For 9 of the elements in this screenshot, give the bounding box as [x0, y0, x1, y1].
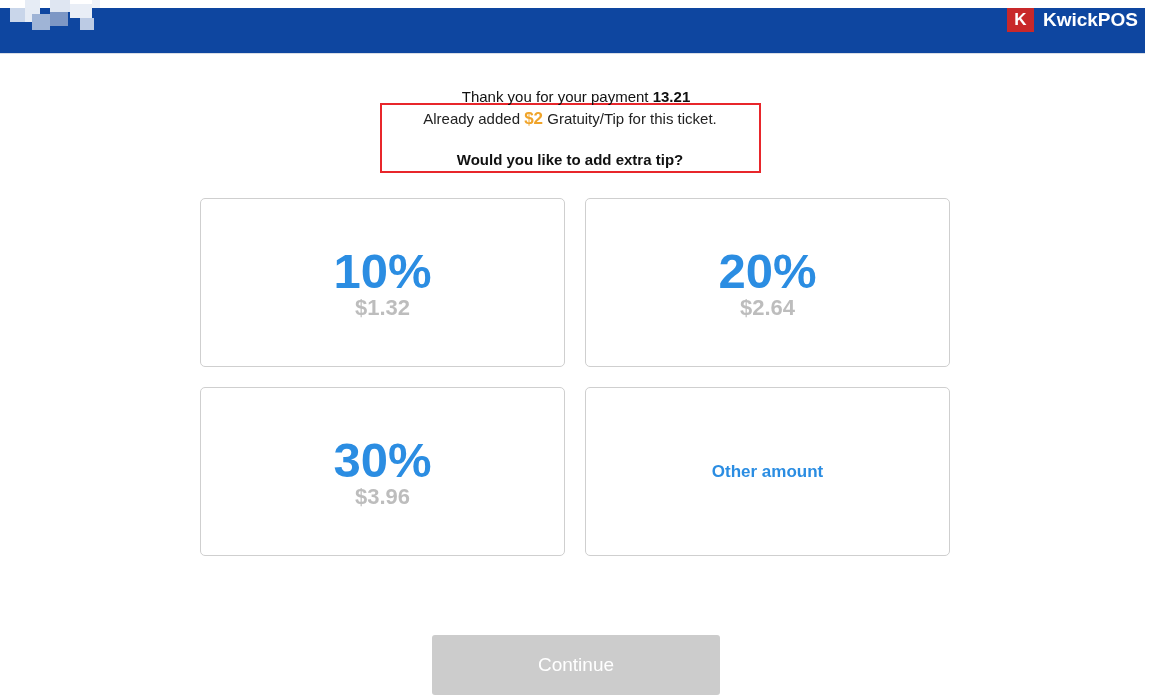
payment-message: Thank you for your payment 13.21	[461, 87, 691, 106]
tip-option-button[interactable]: 30% $3.96	[200, 387, 565, 556]
tip-option-button[interactable]: 10% $1.32	[200, 198, 565, 367]
gratuity-message: Already added $2 Gratuity/Tip for this ticket.	[423, 109, 717, 128]
tip-question: Would you like to add extra tip?	[456, 150, 684, 169]
brand-name: KwickPOS	[1042, 9, 1138, 31]
logo-mark: K	[1006, 8, 1034, 32]
other-amount-button[interactable]: Other amount	[585, 387, 950, 556]
tip-option-button[interactable]: 20% $2.64	[585, 198, 950, 367]
